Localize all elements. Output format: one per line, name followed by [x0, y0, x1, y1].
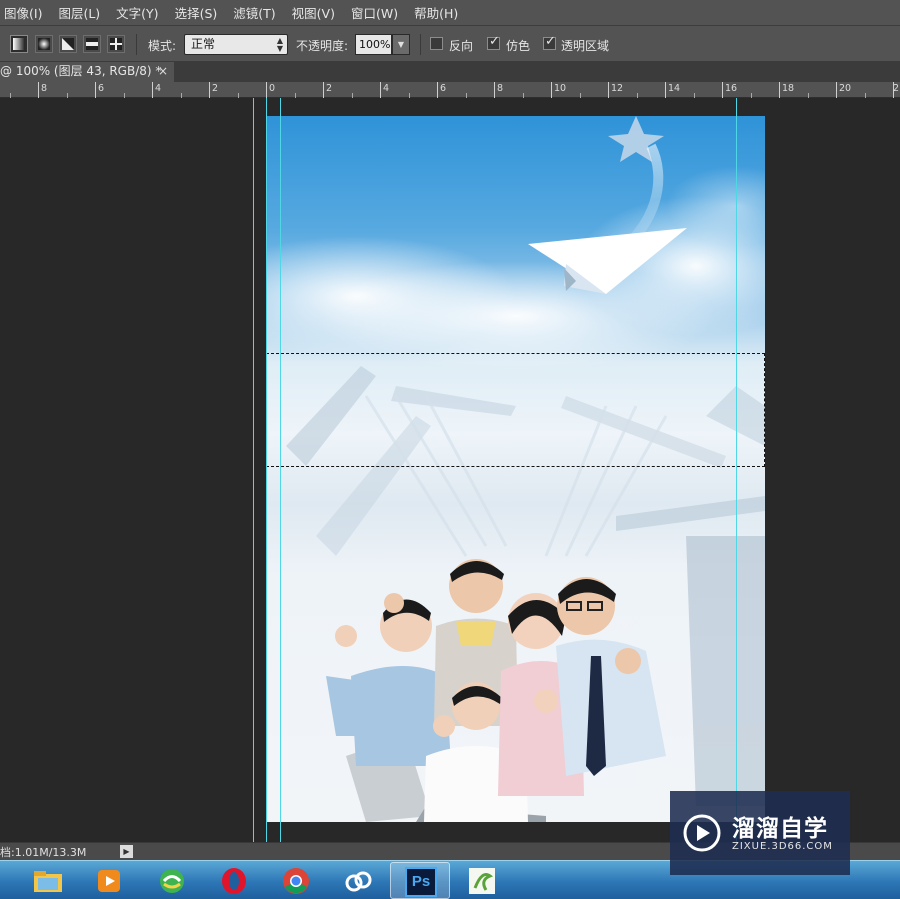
menu-help[interactable]: 帮助(H): [414, 3, 458, 22]
diamond-gradient-icon: [110, 38, 122, 50]
ruler-label: 0: [269, 83, 276, 94]
radial-gradient-button[interactable]: [35, 35, 53, 53]
taskbar-photoshop[interactable]: Ps: [390, 862, 450, 899]
opacity-value: 100%: [359, 38, 391, 51]
menu-type[interactable]: 文字(Y): [116, 3, 158, 22]
app-icon: [469, 868, 495, 894]
menu-bar: 图像(I) 图层(L) 文字(Y) 选择(S) 滤镜(T) 视图(V) 窗口(W…: [0, 0, 900, 25]
transparency-checkbox[interactable]: ✓: [543, 34, 556, 50]
opera-icon: [222, 868, 246, 894]
angle-gradient-button[interactable]: [59, 35, 77, 53]
dither-checkbox[interactable]: ✓: [487, 34, 500, 50]
menu-filter[interactable]: 滤镜(T): [233, 3, 275, 22]
guide-line[interactable]: [736, 98, 737, 842]
taskbar-opera[interactable]: [204, 862, 264, 899]
watermark-logo-icon: [683, 814, 721, 852]
spinner-arrows-icon: ▲ ▼: [276, 36, 283, 53]
transparency-label: 透明区域: [561, 39, 610, 53]
options-bar: 模式: 正常 ▲ ▼ 不透明度: 100% ▼ 反向 ✓ 仿色 ✓ 透明区域: [0, 25, 900, 62]
ruler-label: 2: [212, 83, 219, 94]
guide-line[interactable]: [266, 98, 267, 842]
ruler-label: 8: [497, 83, 504, 94]
file-explorer-icon: [34, 871, 62, 892]
taskbar-app[interactable]: [452, 862, 512, 899]
ruler-label: 12: [611, 83, 624, 94]
photoshop-icon: Ps: [405, 867, 437, 897]
ruler-label: 4: [383, 83, 390, 94]
ruler-ticks: [10, 82, 894, 98]
document-tab-title: @ 100% (图层 43, RGB/8) *: [0, 64, 162, 78]
chrome-icon: [283, 868, 309, 894]
separator: [136, 34, 137, 55]
photoshop-window: { "menu": { "items": ["图像(I)", "图层(L)", …: [0, 0, 900, 899]
poster-artwork: [266, 116, 765, 822]
canvas-area[interactable]: [0, 98, 900, 842]
selection-marquee[interactable]: [266, 353, 765, 467]
checkmark-icon: ✓: [545, 34, 556, 49]
status-menu-arrow-icon[interactable]: ▶: [120, 845, 133, 858]
watermark-title: 溜溜自学: [732, 816, 828, 842]
document-canvas[interactable]: [266, 116, 765, 822]
browser-360-icon: [160, 869, 184, 893]
separator: [420, 34, 421, 55]
ruler-label: 14: [668, 83, 681, 94]
reverse-checkbox[interactable]: [430, 37, 443, 50]
menu-view[interactable]: 视图(V): [292, 3, 335, 22]
menu-window[interactable]: 窗口(W): [351, 3, 398, 22]
menu-layer[interactable]: 图层(L): [58, 3, 100, 22]
baidu-cloud-icon: [345, 871, 372, 892]
taskbar-baidu-cloud[interactable]: [328, 862, 388, 899]
horizontal-ruler[interactable]: 8 6 4 2 0 2 4 6 8 10 12 14 16 18 20 2: [0, 82, 900, 98]
watermark: 溜溜自学 ZIXUE.3D66.COM: [670, 791, 850, 875]
opacity-label: 不透明度:: [296, 39, 349, 53]
ruler-label: 20: [839, 83, 852, 94]
ruler-label: 8: [41, 83, 48, 94]
radial-gradient-icon: [38, 38, 50, 50]
taskbar-media-player[interactable]: [79, 862, 139, 899]
ruler-label: 4: [155, 83, 162, 94]
ruler-label: 10: [554, 83, 567, 94]
reflected-gradient-button[interactable]: [83, 35, 101, 53]
watermark-url: ZIXUE.3D66.COM: [732, 841, 833, 852]
linear-gradient-button[interactable]: [10, 35, 28, 53]
ruler-label: 2: [326, 83, 333, 94]
ruler-label: 18: [782, 83, 795, 94]
document-size: 档:1.01M/13.3M: [0, 846, 87, 859]
reverse-label: 反向: [449, 39, 474, 53]
close-icon[interactable]: ×: [158, 62, 168, 81]
mode-select[interactable]: 正常 ▲ ▼: [184, 34, 288, 55]
linear-gradient-icon: [13, 38, 25, 50]
ruler-label: 16: [725, 83, 738, 94]
mode-value: 正常: [191, 37, 216, 51]
dither-label: 仿色: [506, 39, 531, 53]
taskbar-360-browser[interactable]: [142, 862, 202, 899]
ruler-label: 2: [893, 83, 900, 94]
checkmark-icon: ✓: [489, 34, 500, 49]
taskbar-chrome[interactable]: [266, 862, 326, 899]
chevron-down-icon: ▼: [397, 40, 405, 49]
media-player-icon: [98, 870, 120, 892]
angle-gradient-icon: [62, 38, 74, 50]
opacity-input[interactable]: 100%: [355, 34, 392, 55]
mode-label: 模式:: [148, 39, 177, 53]
reflected-gradient-icon: [86, 38, 98, 50]
guide-line[interactable]: [253, 98, 254, 842]
menu-image[interactable]: 图像(I): [4, 3, 42, 22]
ruler-label: 6: [98, 83, 105, 94]
document-tab[interactable]: @ 100% (图层 43, RGB/8) * ×: [0, 62, 174, 82]
taskbar-explorer[interactable]: [18, 862, 78, 899]
ruler-label: 6: [440, 83, 447, 94]
menu-select[interactable]: 选择(S): [175, 3, 218, 22]
guide-line[interactable]: [280, 98, 281, 842]
document-tab-strip: @ 100% (图层 43, RGB/8) * ×: [0, 62, 900, 82]
diamond-gradient-button[interactable]: [107, 35, 125, 53]
opacity-dropdown-button[interactable]: ▼: [392, 34, 410, 55]
